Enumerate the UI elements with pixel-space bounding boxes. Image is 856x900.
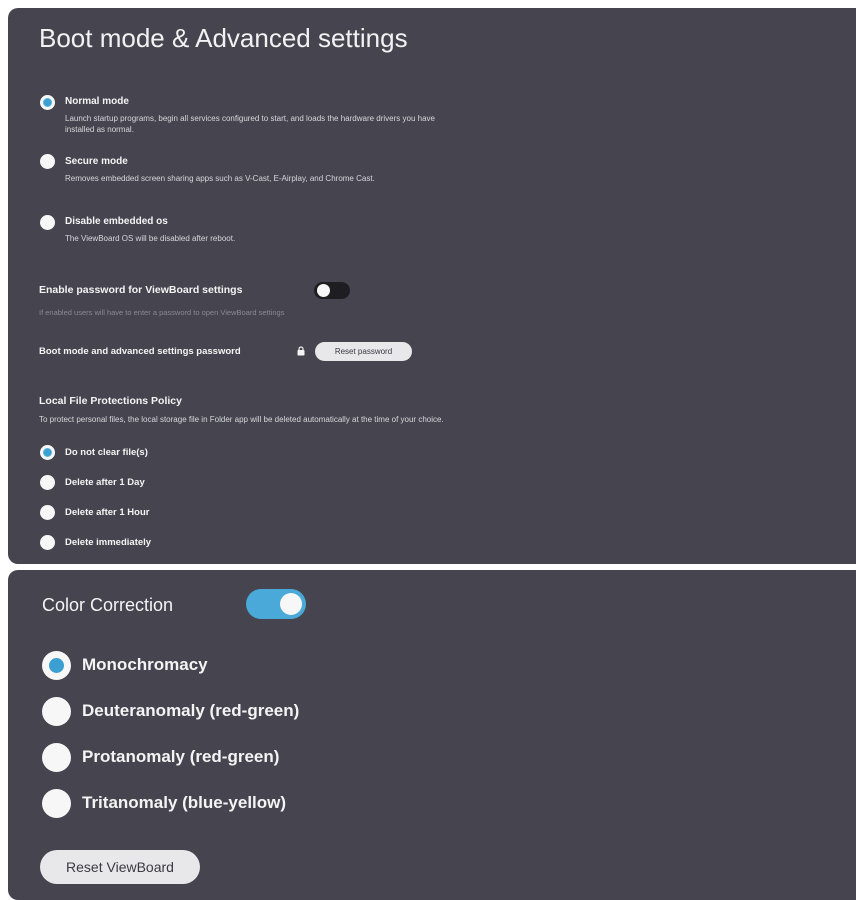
- panel-title: Boot mode & Advanced settings: [39, 23, 408, 53]
- tritanomaly-radio[interactable]: [42, 789, 71, 818]
- policy-radio-immediately[interactable]: [40, 535, 55, 550]
- policy-label-immediately: Delete immediately: [65, 537, 152, 548]
- secure-mode-radio[interactable]: [40, 154, 55, 169]
- tritanomaly-label: Tritanomaly (blue-yellow): [82, 793, 287, 812]
- toggle-knob: [317, 284, 330, 297]
- disable-embedded-os-radio[interactable]: [40, 215, 55, 230]
- boot-password-label: Boot mode and advanced settings password: [39, 346, 241, 357]
- password-toggle[interactable]: [314, 282, 350, 299]
- policy-label-no-clear: Do not clear file(s): [65, 447, 148, 458]
- reset-viewboard-button[interactable]: Reset ViewBoard: [40, 850, 200, 884]
- policy-radio-no-clear[interactable]: [40, 445, 55, 460]
- password-toggle-label: Enable password for ViewBoard settings: [39, 284, 243, 296]
- boot-mode-panel: Boot mode & Advanced settings Normal mod…: [8, 8, 856, 564]
- color-correction-toggle[interactable]: [246, 589, 306, 619]
- file-policy-title: Local File Protections Policy: [39, 395, 182, 407]
- policy-radio-1-day[interactable]: [40, 475, 55, 490]
- secure-mode-label: Secure mode: [65, 156, 128, 167]
- color-correction-panel: Color Correction Monochromacy Deuteranom…: [8, 570, 856, 900]
- policy-label-1-day: Delete after 1 Day: [65, 477, 145, 488]
- monochromacy-label: Monochromacy: [82, 655, 208, 674]
- lock-icon: [297, 346, 305, 356]
- protanomaly-radio[interactable]: [42, 743, 71, 772]
- file-policy-description: To protect personal files, the local sto…: [39, 415, 444, 424]
- normal-mode-description: Launch startup programs, begin all servi…: [65, 114, 435, 134]
- disable-embedded-os-description: The ViewBoard OS will be disabled after …: [65, 234, 236, 243]
- protanomaly-label: Protanomaly (red-green): [82, 747, 280, 766]
- toggle-knob: [280, 593, 302, 615]
- deuteranomaly-radio[interactable]: [42, 697, 71, 726]
- deuteranomaly-label: Deuteranomaly (red-green): [82, 701, 300, 720]
- monochromacy-radio[interactable]: [42, 651, 71, 680]
- secure-mode-description: Removes embedded screen sharing apps suc…: [65, 174, 375, 183]
- disable-embedded-os-label: Disable embedded os: [65, 216, 168, 227]
- reset-password-button[interactable]: Reset password: [315, 342, 412, 361]
- normal-mode-label: Normal mode: [65, 96, 129, 107]
- policy-radio-1-hour[interactable]: [40, 505, 55, 520]
- password-hint: If enabled users will have to enter a pa…: [39, 308, 285, 317]
- normal-mode-radio[interactable]: [40, 95, 55, 110]
- policy-label-1-hour: Delete after 1 Hour: [65, 507, 150, 518]
- color-correction-title: Color Correction: [42, 595, 174, 615]
